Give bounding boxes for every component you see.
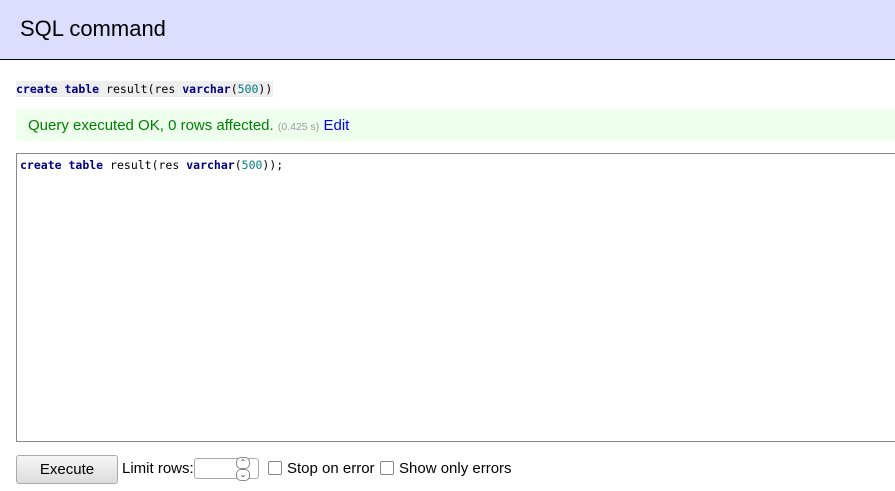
stop-on-error-checkbox[interactable] [268,461,282,475]
sql-identifier: result(res [106,82,176,96]
sql-identifier: result(res [110,158,180,172]
show-only-errors-label[interactable]: Show only errors [399,460,512,477]
limit-rows-stepper[interactable]: ⌃ ⌄ [236,457,250,481]
sql-editor[interactable]: create table result(res varchar(500)); [16,153,895,442]
footer-controls: Execute Limit rows: ⌃ ⌄ Stop on error Sh… [0,455,895,485]
page-header: SQL command [0,0,895,60]
sql-type: varchar [182,82,231,96]
execute-button[interactable]: Execute [16,455,118,484]
sql-paren: )); [262,158,284,172]
stop-on-error-label[interactable]: Stop on error [287,460,375,477]
message-text-wrap: Query executed OK, 0 rows affected. (0.4… [28,117,349,134]
sql-editor-content[interactable]: create table result(res varchar(500)); [20,158,283,172]
sql-keyword: create [20,158,62,172]
sql-keyword: table [68,158,104,172]
page-title: SQL command [20,16,166,41]
chevron-up-icon[interactable]: ⌃ [236,457,250,469]
execution-time: (0.425 s) [277,121,320,133]
edit-link[interactable]: Edit [323,117,349,134]
chevron-down-icon[interactable]: ⌄ [236,469,250,481]
sql-type: varchar [186,158,235,172]
sql-number: 500 [237,82,259,96]
limit-rows-label: Limit rows: [122,460,194,477]
message-text: Query executed OK, 0 rows affected. [28,117,274,134]
sql-keyword: table [64,82,100,96]
success-message: Query executed OK, 0 rows affected. (0.4… [16,109,895,141]
show-only-errors-checkbox[interactable] [380,461,394,475]
sql-paren: ( [230,82,238,96]
sql-number: 500 [241,158,263,172]
executed-query: create table result(res varchar(500)) [16,81,274,97]
sql-paren: )) [258,82,273,96]
sql-paren: ( [234,158,242,172]
sql-keyword: create [16,82,58,96]
